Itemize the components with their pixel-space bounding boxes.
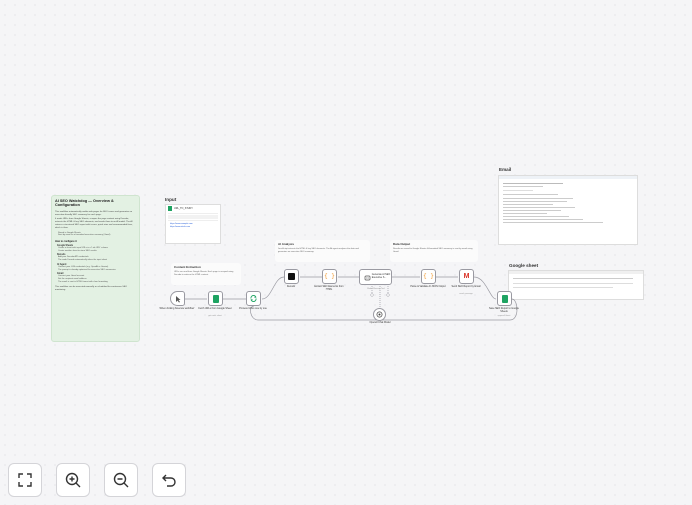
node-label: Save SEO Report to Google Sheets [488,307,520,313]
zoom-out-button[interactable] [104,463,138,497]
node-label: When clicking 'Execute workflow' [159,307,195,310]
ai-agent-node[interactable]: Generate AI SEO Executive S... [359,269,392,285]
fit-view-button[interactable] [8,463,42,497]
sheets-icon [501,294,508,303]
zoom-in-icon [65,472,81,488]
decodo-node[interactable] [284,269,299,284]
undo-icon [162,474,176,487]
node-label: Fetch URLs from Google Sheet [198,307,232,310]
gmail-node[interactable]: M [459,269,474,284]
node-label: Extract SEO Elements from HTML [314,285,344,291]
openai-icon [376,311,383,318]
agent-ports-label: Model Memory Tool [367,288,385,290]
connection-wires [185,276,518,321]
robot-icon [364,275,371,280]
manual-trigger-node[interactable] [170,291,185,306]
openai-model-node[interactable] [373,308,386,321]
node-subtitle: send: message [459,293,473,295]
node-label: Send SEO Report by Email [451,285,481,288]
extract-seo-node[interactable]: { } [322,269,337,284]
undo-button[interactable] [152,463,186,497]
gmail-icon: M [463,273,470,280]
loop-icon [250,295,257,302]
node-label: Generate AI SEO Executive S... [371,273,391,279]
fit-view-icon [18,473,32,487]
zoom-in-button[interactable] [56,463,90,497]
node-subtitle: get rows: sheet [208,315,222,317]
code-braces-icon: { } [324,273,335,280]
save-sheet-node[interactable] [497,291,512,306]
code-braces-icon: { } [423,273,434,280]
fetch-sheet-node[interactable] [208,291,223,306]
pointer-icon [175,295,180,302]
zoom-out-icon [113,472,129,488]
decodo-icon [288,273,295,280]
sheets-icon [212,294,219,303]
loop-node[interactable] [246,291,261,306]
node-label: Decodo [286,285,296,288]
node-label: OpenAI Chat Model [369,321,391,324]
node-label: Process URLs one by one [239,307,267,310]
node-label: Parse & Validate AI JSON Output [410,285,446,288]
parse-json-node[interactable]: { } [421,269,436,284]
node-subtitle: append: sheet [497,315,511,317]
